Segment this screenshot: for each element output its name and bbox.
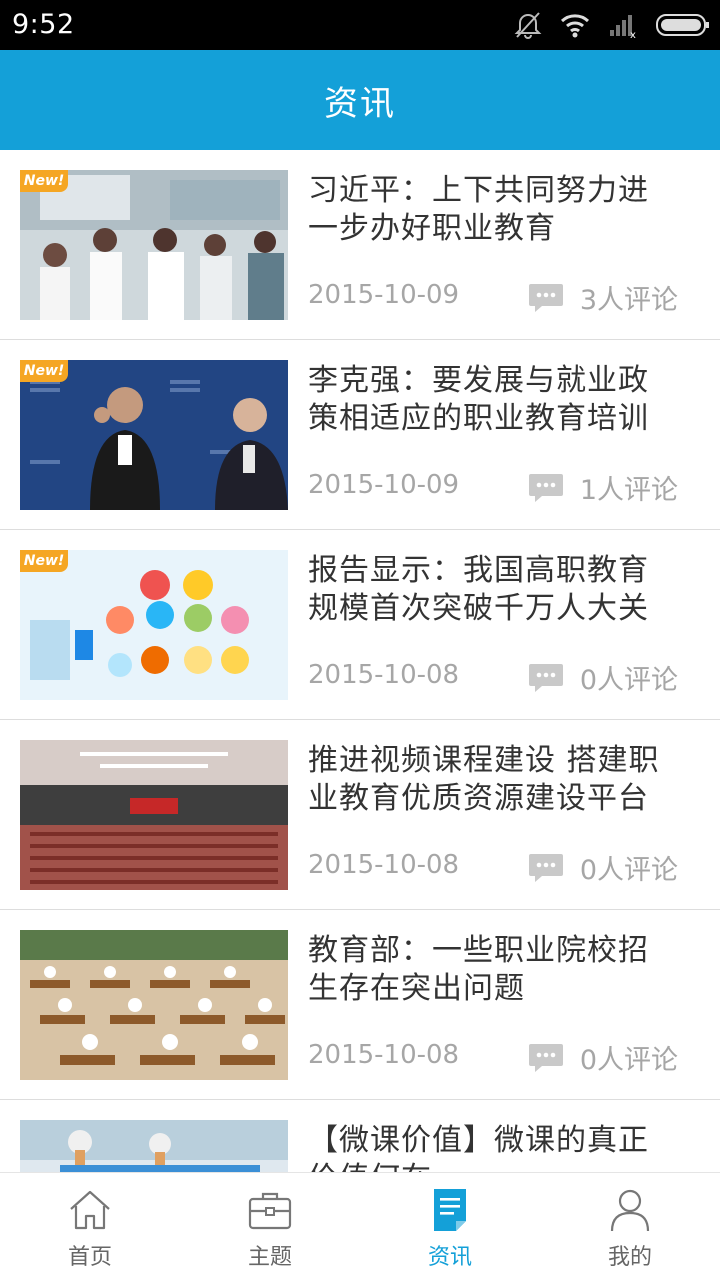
wifi-icon — [560, 12, 590, 38]
comment-icon — [528, 852, 564, 884]
news-thumbnail — [20, 740, 288, 890]
news-thumbnail — [20, 930, 288, 1080]
comment-info: 0人评论 — [528, 658, 678, 697]
briefcase-icon — [247, 1187, 293, 1233]
list-item[interactable]: New! 李克强：要发展与就业政策相适应的职业教育培训 2015-10-09 1… — [0, 340, 720, 530]
tab-label: 资讯 — [427, 1245, 472, 1270]
comment-info: 1人评论 — [528, 468, 678, 507]
tab-home[interactable]: 首页 — [0, 1173, 180, 1281]
new-badge: New! — [20, 360, 68, 382]
comment-info: 3人评论 — [528, 278, 678, 317]
news-thumbnail: New! — [20, 360, 288, 510]
news-list[interactable]: New! 习近平：上下共同努力进一步办好职业教育 2015-10-09 3人评论 — [0, 150, 720, 1172]
status-time: 9:52 — [12, 9, 75, 40]
news-date: 2015-10-09 — [308, 470, 460, 500]
comment-icon — [528, 662, 564, 694]
list-item[interactable]: New! 报告显示：我国高职教育规模首次突破千万人大关 2015-10-08 0… — [0, 530, 720, 720]
page-title: 资讯 — [324, 83, 396, 124]
comment-info: 0人评论 — [528, 1038, 678, 1077]
tab-news[interactable]: 资讯 — [360, 1173, 540, 1281]
new-badge: New! — [20, 550, 68, 572]
list-item[interactable]: 推进视频课程建设 搭建职业教育优质资源建设平台 2015-10-08 0人评论 — [0, 720, 720, 910]
news-date: 2015-10-08 — [308, 1040, 460, 1070]
app-header: 资讯 — [0, 50, 720, 150]
news-title: 报告显示：我国高职教育规模首次突破千万人大关 — [308, 553, 649, 626]
list-item[interactable]: 【微课价值】微课的真正价值何在 — [0, 1100, 720, 1172]
news-thumbnail — [20, 1120, 288, 1172]
news-title: 李克强：要发展与就业政策相适应的职业教育培训 — [308, 363, 649, 436]
comment-count: 1人评论 — [579, 475, 678, 506]
tab-label: 首页 — [67, 1245, 112, 1270]
bottom-tab-bar: 首页 主题 资讯 我的 — [0, 1172, 720, 1281]
comment-count: 3人评论 — [579, 285, 678, 316]
news-title: 习近平：上下共同努力进一步办好职业教育 — [308, 173, 649, 246]
status-bar: 9:52 x — [0, 0, 720, 50]
status-icons: x — [514, 8, 710, 42]
bell-muted-icon — [514, 10, 542, 40]
news-date: 2015-10-09 — [308, 280, 460, 310]
battery-icon — [656, 13, 710, 37]
comment-info: 0人评论 — [528, 848, 678, 887]
news-date: 2015-10-08 — [308, 660, 460, 690]
news-title: 【微课价值】微课的真正价值何在 — [308, 1123, 649, 1172]
tab-topics[interactable]: 主题 — [180, 1173, 360, 1281]
comment-icon — [528, 282, 564, 314]
tab-mine[interactable]: 我的 — [540, 1173, 720, 1281]
news-date: 2015-10-08 — [308, 850, 460, 880]
person-icon — [607, 1187, 653, 1233]
new-badge: New! — [20, 170, 68, 192]
list-item[interactable]: New! 习近平：上下共同努力进一步办好职业教育 2015-10-09 3人评论 — [0, 150, 720, 340]
news-thumbnail: New! — [20, 550, 288, 700]
tab-label: 主题 — [247, 1245, 292, 1270]
svg-text:x: x — [630, 30, 636, 38]
comment-icon — [528, 472, 564, 504]
comment-count: 0人评论 — [579, 855, 678, 886]
news-title: 教育部：一些职业院校招生存在突出问题 — [308, 933, 649, 1006]
document-icon — [427, 1187, 473, 1233]
home-icon — [67, 1187, 113, 1233]
news-title: 推进视频课程建设 搭建职业教育优质资源建设平台 — [308, 743, 660, 816]
news-thumbnail: New! — [20, 170, 288, 320]
comment-count: 0人评论 — [579, 665, 678, 696]
list-item[interactable]: 教育部：一些职业院校招生存在突出问题 2015-10-08 0人评论 — [0, 910, 720, 1100]
comment-count: 0人评论 — [579, 1045, 678, 1076]
signal-icon: x — [608, 12, 638, 38]
comment-icon — [528, 1042, 564, 1074]
tab-label: 我的 — [607, 1245, 652, 1270]
